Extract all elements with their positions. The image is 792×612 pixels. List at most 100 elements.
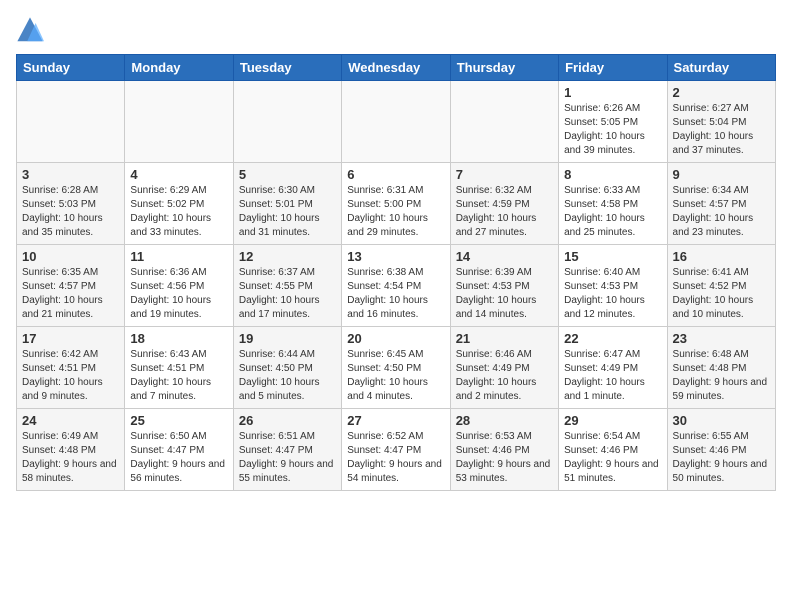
day-number: 13 <box>347 249 444 264</box>
calendar-cell: 16 Sunrise: 6:41 AM Sunset: 4:52 PM Dayli… <box>667 245 775 327</box>
day-info: Sunrise: 6:26 AM Sunset: 5:05 PM Dayligh… <box>564 102 661 158</box>
calendar-cell: 10 Sunrise: 6:35 AM Sunset: 4:57 PM Dayli… <box>17 245 125 327</box>
calendar-cell: 21 Sunrise: 6:46 AM Sunset: 4:49 PM Dayli… <box>450 327 558 409</box>
day-number: 9 <box>673 167 770 182</box>
header-saturday: Saturday <box>667 55 775 81</box>
day-number: 28 <box>456 413 553 428</box>
day-info: Sunrise: 6:27 AM Sunset: 5:04 PM Dayligh… <box>673 102 770 158</box>
calendar-cell <box>342 81 450 163</box>
day-info: Sunrise: 6:43 AM Sunset: 4:51 PM Dayligh… <box>130 348 227 404</box>
header-tuesday: Tuesday <box>233 55 341 81</box>
day-number: 30 <box>673 413 770 428</box>
calendar-cell: 7 Sunrise: 6:32 AM Sunset: 4:59 PM Daylig… <box>450 163 558 245</box>
day-info: Sunrise: 6:35 AM Sunset: 4:57 PM Dayligh… <box>22 266 119 322</box>
calendar-cell: 26 Sunrise: 6:51 AM Sunset: 4:47 PM Dayli… <box>233 409 341 491</box>
header-friday: Friday <box>559 55 667 81</box>
calendar-cell <box>17 81 125 163</box>
calendar-cell: 5 Sunrise: 6:30 AM Sunset: 5:01 PM Daylig… <box>233 163 341 245</box>
week-row-2: 10 Sunrise: 6:35 AM Sunset: 4:57 PM Dayli… <box>17 245 776 327</box>
calendar-cell: 8Sunrise: 6:33 AM Sunset: 4:58 PM Daylig… <box>559 163 667 245</box>
day-info: Sunrise: 6:55 AM Sunset: 4:46 PM Dayligh… <box>673 430 770 486</box>
header-wednesday: Wednesday <box>342 55 450 81</box>
day-number: 27 <box>347 413 444 428</box>
week-row-1: 3 Sunrise: 6:28 AM Sunset: 5:03 PM Daylig… <box>17 163 776 245</box>
day-info: Sunrise: 6:37 AM Sunset: 4:55 PM Dayligh… <box>239 266 336 322</box>
calendar-cell: 6 Sunrise: 6:31 AM Sunset: 5:00 PM Daylig… <box>342 163 450 245</box>
day-number: 18 <box>130 331 227 346</box>
calendar-cell: 9 Sunrise: 6:34 AM Sunset: 4:57 PM Daylig… <box>667 163 775 245</box>
day-info: Sunrise: 6:36 AM Sunset: 4:56 PM Dayligh… <box>130 266 227 322</box>
day-number: 5 <box>239 167 336 182</box>
calendar-table: SundayMondayTuesdayWednesdayThursdayFrid… <box>16 54 776 491</box>
logo-icon <box>16 16 44 44</box>
day-number: 10 <box>22 249 119 264</box>
header <box>16 16 776 44</box>
calendar-cell: 17 Sunrise: 6:42 AM Sunset: 4:51 PM Dayli… <box>17 327 125 409</box>
week-row-3: 17 Sunrise: 6:42 AM Sunset: 4:51 PM Dayli… <box>17 327 776 409</box>
calendar-cell <box>125 81 233 163</box>
day-number: 6 <box>347 167 444 182</box>
calendar-cell: 20 Sunrise: 6:45 AM Sunset: 4:50 PM Dayli… <box>342 327 450 409</box>
day-number: 24 <box>22 413 119 428</box>
day-info: Sunrise: 6:50 AM Sunset: 4:47 PM Dayligh… <box>130 430 227 486</box>
week-row-0: 1Sunrise: 6:26 AM Sunset: 5:05 PM Daylig… <box>17 81 776 163</box>
day-info: Sunrise: 6:31 AM Sunset: 5:00 PM Dayligh… <box>347 184 444 240</box>
day-info: Sunrise: 6:44 AM Sunset: 4:50 PM Dayligh… <box>239 348 336 404</box>
day-info: Sunrise: 6:29 AM Sunset: 5:02 PM Dayligh… <box>130 184 227 240</box>
calendar-cell: 2 Sunrise: 6:27 AM Sunset: 5:04 PM Daylig… <box>667 81 775 163</box>
calendar-cell: 1Sunrise: 6:26 AM Sunset: 5:05 PM Daylig… <box>559 81 667 163</box>
day-number: 21 <box>456 331 553 346</box>
day-number: 22 <box>564 331 661 346</box>
day-info: Sunrise: 6:32 AM Sunset: 4:59 PM Dayligh… <box>456 184 553 240</box>
header-sunday: Sunday <box>17 55 125 81</box>
day-number: 4 <box>130 167 227 182</box>
day-number: 3 <box>22 167 119 182</box>
day-info: Sunrise: 6:46 AM Sunset: 4:49 PM Dayligh… <box>456 348 553 404</box>
day-info: Sunrise: 6:47 AM Sunset: 4:49 PM Dayligh… <box>564 348 661 404</box>
calendar-cell: 23Sunrise: 6:48 AM Sunset: 4:48 PM Dayli… <box>667 327 775 409</box>
day-info: Sunrise: 6:51 AM Sunset: 4:47 PM Dayligh… <box>239 430 336 486</box>
calendar-cell: 24 Sunrise: 6:49 AM Sunset: 4:48 PM Dayli… <box>17 409 125 491</box>
calendar-cell: 15 Sunrise: 6:40 AM Sunset: 4:53 PM Dayli… <box>559 245 667 327</box>
week-row-4: 24 Sunrise: 6:49 AM Sunset: 4:48 PM Dayli… <box>17 409 776 491</box>
day-info: Sunrise: 6:40 AM Sunset: 4:53 PM Dayligh… <box>564 266 661 322</box>
calendar-cell: 4 Sunrise: 6:29 AM Sunset: 5:02 PM Daylig… <box>125 163 233 245</box>
calendar-cell: 22 Sunrise: 6:47 AM Sunset: 4:49 PM Dayli… <box>559 327 667 409</box>
calendar-cell: 28 Sunrise: 6:53 AM Sunset: 4:46 PM Dayli… <box>450 409 558 491</box>
calendar-cell: 19 Sunrise: 6:44 AM Sunset: 4:50 PM Dayli… <box>233 327 341 409</box>
calendar-cell: 27 Sunrise: 6:52 AM Sunset: 4:47 PM Dayli… <box>342 409 450 491</box>
day-number: 11 <box>130 249 227 264</box>
day-info: Sunrise: 6:39 AM Sunset: 4:53 PM Dayligh… <box>456 266 553 322</box>
day-info: Sunrise: 6:45 AM Sunset: 4:50 PM Dayligh… <box>347 348 444 404</box>
day-info: Sunrise: 6:42 AM Sunset: 4:51 PM Dayligh… <box>22 348 119 404</box>
day-number: 15 <box>564 249 661 264</box>
header-thursday: Thursday <box>450 55 558 81</box>
day-info: Sunrise: 6:52 AM Sunset: 4:47 PM Dayligh… <box>347 430 444 486</box>
calendar-cell: 18 Sunrise: 6:43 AM Sunset: 4:51 PM Dayli… <box>125 327 233 409</box>
day-number: 16 <box>673 249 770 264</box>
day-info: Sunrise: 6:38 AM Sunset: 4:54 PM Dayligh… <box>347 266 444 322</box>
day-info: Sunrise: 6:48 AM Sunset: 4:48 PM Dayligh… <box>673 348 770 404</box>
calendar-cell: 11 Sunrise: 6:36 AM Sunset: 4:56 PM Dayli… <box>125 245 233 327</box>
day-number: 2 <box>673 85 770 100</box>
day-number: 17 <box>22 331 119 346</box>
calendar-header-row: SundayMondayTuesdayWednesdayThursdayFrid… <box>17 55 776 81</box>
day-info: Sunrise: 6:28 AM Sunset: 5:03 PM Dayligh… <box>22 184 119 240</box>
day-number: 7 <box>456 167 553 182</box>
day-info: Sunrise: 6:34 AM Sunset: 4:57 PM Dayligh… <box>673 184 770 240</box>
day-number: 19 <box>239 331 336 346</box>
calendar-cell: 30 Sunrise: 6:55 AM Sunset: 4:46 PM Dayli… <box>667 409 775 491</box>
calendar-cell: 3 Sunrise: 6:28 AM Sunset: 5:03 PM Daylig… <box>17 163 125 245</box>
day-number: 14 <box>456 249 553 264</box>
day-number: 26 <box>239 413 336 428</box>
day-info: Sunrise: 6:41 AM Sunset: 4:52 PM Dayligh… <box>673 266 770 322</box>
day-info: Sunrise: 6:53 AM Sunset: 4:46 PM Dayligh… <box>456 430 553 486</box>
day-info: Sunrise: 6:49 AM Sunset: 4:48 PM Dayligh… <box>22 430 119 486</box>
calendar-cell: 25Sunrise: 6:50 AM Sunset: 4:47 PM Dayli… <box>125 409 233 491</box>
calendar-cell: 12 Sunrise: 6:37 AM Sunset: 4:55 PM Dayli… <box>233 245 341 327</box>
day-number: 12 <box>239 249 336 264</box>
day-info: Sunrise: 6:30 AM Sunset: 5:01 PM Dayligh… <box>239 184 336 240</box>
day-number: 20 <box>347 331 444 346</box>
header-monday: Monday <box>125 55 233 81</box>
calendar-cell <box>233 81 341 163</box>
